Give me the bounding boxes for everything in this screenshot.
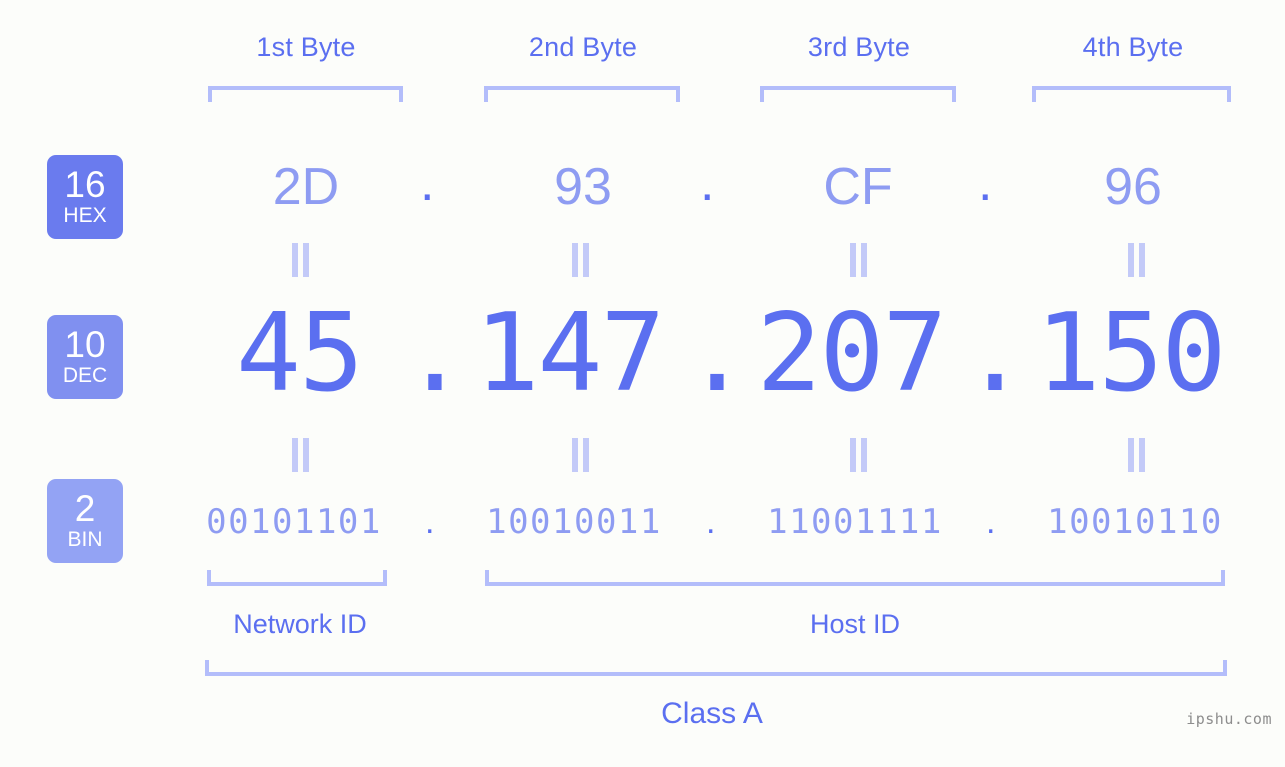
hex-byte-2: 93 [554, 158, 612, 216]
bin-byte-1: 00101101 [206, 502, 382, 542]
ip-address-breakdown-diagram: 1st Byte 2nd Byte 3rd Byte 4th Byte 16 H… [0, 0, 1285, 767]
hex-separator-1: . [420, 154, 435, 212]
site-watermark: ipshu.com [1186, 710, 1272, 728]
hex-separator-3: . [978, 154, 993, 212]
byte-header-label-1: 1st Byte [256, 32, 356, 62]
equals-symbol-hex-dec-3 [849, 243, 868, 277]
equals-symbol-hex-dec-2 [571, 243, 590, 277]
base-badge-bin[interactable]: 2 BIN [47, 479, 123, 563]
base-badge-dec-unit: DEC [62, 364, 108, 387]
base-badge-dec[interactable]: 10 DEC [47, 315, 123, 399]
dec-byte-4: 150 [1035, 291, 1226, 416]
byte-bracket-3 [760, 86, 956, 102]
equals-symbol-hex-dec-1 [291, 243, 310, 277]
network-id-label: Network ID [233, 609, 367, 639]
byte-bracket-4 [1032, 86, 1231, 102]
base-badge-hex[interactable]: 16 HEX [47, 155, 123, 239]
bin-separator-2: . [706, 503, 716, 541]
class-bracket [205, 660, 1227, 676]
bin-separator-1: . [425, 503, 435, 541]
hex-byte-3: CF [823, 158, 893, 216]
byte-bracket-1 [208, 86, 403, 102]
bin-byte-4: 10010110 [1047, 502, 1223, 542]
hex-separator-2: . [700, 154, 715, 212]
dec-byte-2: 147 [474, 291, 665, 416]
bin-byte-3: 11001111 [767, 502, 943, 542]
dec-byte-1: 45 [235, 291, 364, 416]
host-id-label: Host ID [809, 609, 901, 639]
equals-symbol-dec-bin-2 [571, 438, 590, 472]
equals-symbol-dec-bin-3 [849, 438, 868, 472]
equals-symbol-dec-bin-1 [291, 438, 310, 472]
host-id-bracket [485, 570, 1225, 586]
equals-symbol-hex-dec-4 [1127, 243, 1146, 277]
bin-separator-3: . [986, 503, 996, 541]
hex-byte-4: 96 [1104, 158, 1162, 216]
base-badge-hex-unit: HEX [63, 204, 107, 227]
byte-header-label-4: 4th Byte [1082, 32, 1184, 62]
byte-header-label-3: 3rd Byte [807, 32, 911, 62]
equals-symbol-dec-bin-4 [1127, 438, 1146, 472]
base-badge-dec-number: 10 [64, 324, 106, 365]
bin-byte-2: 10010011 [486, 502, 662, 542]
byte-bracket-2 [484, 86, 680, 102]
dec-byte-3: 207 [756, 291, 947, 416]
base-badge-bin-number: 2 [74, 488, 96, 529]
base-badge-bin-unit: BIN [67, 528, 103, 551]
hex-byte-1: 2D [272, 158, 340, 216]
class-label: Class A [661, 697, 763, 730]
network-id-bracket [207, 570, 387, 586]
base-badge-hex-number: 16 [64, 164, 106, 205]
byte-header-label-2: 2nd Byte [528, 32, 638, 62]
